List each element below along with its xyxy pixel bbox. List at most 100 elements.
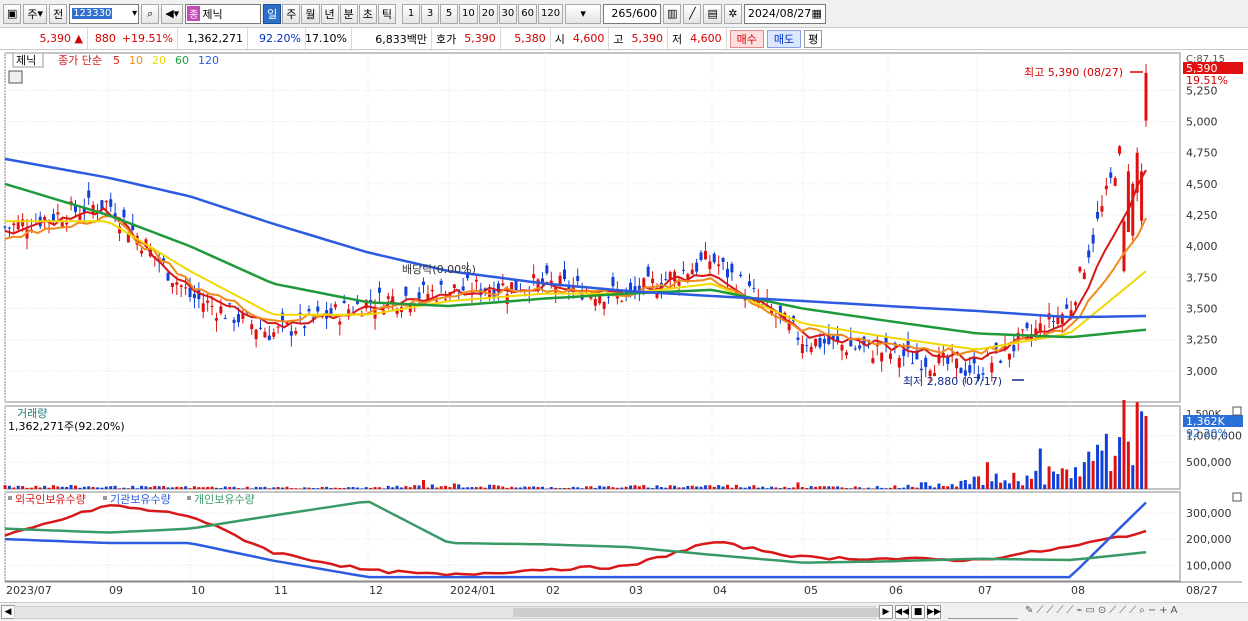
candle-body [1021,329,1025,331]
fast-forward-icon[interactable]: ▶▶ [927,605,941,619]
prev-button[interactable]: 전 [49,3,68,24]
interval-tab-120[interactable]: 120 [537,3,564,24]
volume-bar [787,487,791,489]
candle-body [1118,146,1122,154]
speaker-icon[interactable]: ◀▾ [161,3,184,24]
scroll-track[interactable] [14,606,883,619]
period-tab-3[interactable]: 년 [320,3,339,24]
candle-type-icon[interactable]: ▥ [663,3,682,24]
draw-tool-icon-7[interactable]: ⊙ [1098,605,1106,616]
volume-bar [496,485,500,489]
candle-body [501,283,505,286]
volume-bar [311,488,315,489]
draw-tool-icon-3[interactable]: ⟋ [1056,605,1063,616]
rewind-icon[interactable]: ◀◀ [895,605,909,619]
gear-icon[interactable]: ✲ [723,3,742,24]
draw-tool-icon[interactable]: ╱ [683,3,702,24]
period-tab-6[interactable]: 틱 [377,3,397,24]
candle-body [439,280,443,285]
bar-count-input[interactable]: 265/600 [603,3,662,24]
draw-tool-icon-14[interactable]: A [1171,605,1178,616]
stock-name: 제닉 [202,7,223,21]
stop-icon[interactable]: ■ [911,605,925,619]
draw-tool-icon-0[interactable]: ✎ [1025,605,1033,616]
volume-bar [955,486,959,489]
search-icon[interactable]: ⌕ [141,3,160,24]
draw-tool-icon-9[interactable]: ⟋ [1119,605,1126,616]
buy-button[interactable]: 매수 [729,29,764,48]
volume-bar [47,487,51,489]
volume-bar [1140,411,1144,489]
draw-tool-icon-11[interactable]: ⌕ [1139,605,1145,616]
candle-body [43,216,47,221]
save-icon[interactable]: ▤ [703,3,722,24]
window-menu-icon[interactable]: ▣ [3,3,22,24]
volume-bar [536,486,540,489]
volume-bar [78,487,82,489]
scroll-thumb[interactable] [513,608,883,617]
candle-body [12,223,16,226]
interval-tab-60[interactable]: 60 [518,3,537,24]
candle-body [871,358,875,363]
draw-tool-icon-12[interactable]: − [1148,605,1156,616]
candle-body [607,296,611,298]
period-type-select[interactable]: 주 ▾ [23,3,48,24]
draw-tool-icon-6[interactable]: ▭ [1085,605,1094,616]
volume-bar [369,487,373,489]
volume-bar [236,488,240,489]
draw-tool-icon-10[interactable]: ⟋ [1129,605,1136,616]
candle-body [1104,185,1108,190]
volume-bar [1109,471,1113,489]
chart-area[interactable]: 2023/07 09 10 11 12 2024/01 02 03 04 05 06 07 08 08/2… [0,51,1248,603]
volume-bar [915,487,919,489]
scroll-left-icon[interactable]: ◀ [1,605,15,619]
zoom-slider[interactable] [948,605,1018,619]
interval-dropdown[interactable]: ▾ [565,3,602,24]
period-tab-2[interactable]: 월 [301,3,320,24]
date-input[interactable]: 2024/08/27 ▦ [743,3,826,24]
candle-body [232,319,236,324]
period-tab-1[interactable]: 주 [282,3,301,24]
avg-price-button[interactable]: 평 [804,29,823,48]
holding-tick: 100,000 [1186,559,1232,572]
draw-tool-icon-4[interactable]: ⟋ [1066,605,1073,616]
high-price: 고 5,390 [609,28,668,49]
sell-button[interactable]: 매도 [766,29,802,48]
interval-tab-20[interactable]: 20 [478,3,498,24]
candle-body [611,277,615,287]
interval-tab-10[interactable]: 10 [459,3,478,24]
volume-bar [853,486,857,489]
volume-bar [906,484,910,489]
low-price: 저 4,600 [668,28,727,49]
candle-body [695,262,699,272]
volume-bar [479,486,483,489]
interval-tab-5[interactable]: 5 [440,3,459,24]
volume-bar [585,486,589,489]
interval-tab-3[interactable]: 3 [421,3,440,24]
volume-bar [404,486,408,489]
volume-bar [153,485,157,489]
period-tab-0[interactable]: 일 [263,3,282,24]
draw-tool-icon-2[interactable]: ⟋ [1046,605,1053,616]
draw-tool-icon-5[interactable]: ⌁ [1076,605,1082,616]
volume-bar [518,487,522,489]
volume-bar [131,485,135,489]
interval-tab-1[interactable]: 1 [402,3,421,24]
stock-name-box[interactable]: 종 제닉 [185,3,262,24]
volume-bar [695,486,699,489]
interval-tab-30[interactable]: 30 [498,3,518,24]
date-tick: 07 [978,584,992,597]
volume-bar [1029,478,1033,489]
scroll-right-icon[interactable]: ▶ [879,605,893,619]
volume-bar [805,488,809,489]
period-tab-5[interactable]: 초 [358,3,377,24]
stock-code-input[interactable]: 123330 ▾ [69,3,140,24]
volume-bar [897,488,901,489]
draw-tool-icon-8[interactable]: ⟋ [1109,605,1116,616]
period-tab-4[interactable]: 분 [339,3,358,24]
volume-bar [197,487,201,489]
draw-tool-icon-13[interactable]: + [1159,605,1167,616]
calendar-icon[interactable]: ▦ [811,7,821,20]
draw-tool-icon-1[interactable]: ⟋ [1036,605,1043,616]
volume-bar [140,485,144,489]
